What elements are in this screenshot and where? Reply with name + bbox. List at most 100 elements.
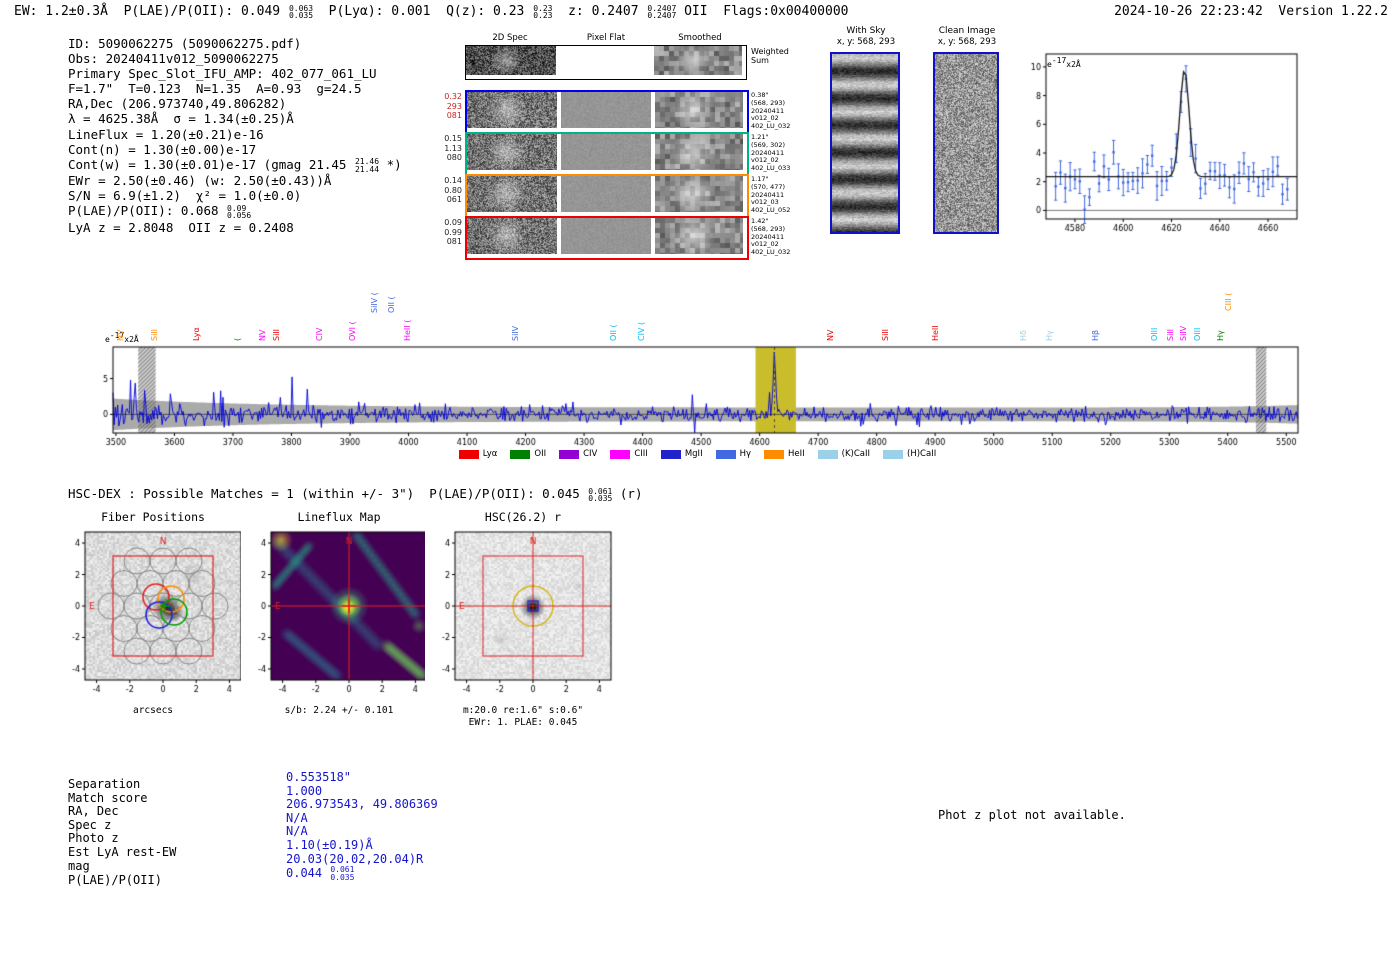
line-label-siiv: SiIV bbox=[1179, 325, 1189, 341]
spec2d-strip-canvas bbox=[467, 92, 557, 128]
text: S/N = 6.9(±1.2) χ² = 1.0(±0.0) bbox=[68, 188, 302, 204]
spec2d-row bbox=[465, 90, 749, 134]
cutout-canvas-1 bbox=[241, 526, 437, 704]
legend-item: HeII bbox=[764, 449, 805, 459]
match-row-value: 0.553518" bbox=[286, 770, 351, 784]
annotation-line: Weighted bbox=[751, 47, 789, 56]
stacked-uncertainty: 0.23 0.23 bbox=[533, 4, 553, 20]
cutout-sublabel: s/b: 2.24 +/- 0.101 bbox=[284, 705, 394, 716]
info-line: F=1.7" T=0.123 N=1.35 A=0.93 g=24.5 bbox=[68, 81, 402, 96]
info-line: P(LAE)/P(OII): 0.068 0.09 0.056 bbox=[68, 203, 402, 220]
spectrum-legend: Lyα OII CIV CIII MgII Hγ HeII (K)CaII (H)CaII bbox=[95, 449, 1300, 459]
legend-label: CIV bbox=[583, 449, 598, 459]
legend-item: Hγ bbox=[715, 449, 751, 459]
match-row-value: 20.03(20.02,20.04)R bbox=[286, 852, 423, 866]
text: LyA z = 2.8048 OII z = 0.2408 bbox=[68, 219, 294, 235]
stacked-uncertainty: 0.2407 0.2407 bbox=[647, 4, 676, 20]
lower-value: 0.035 bbox=[330, 872, 355, 882]
match-table-row: Spec z N/A bbox=[68, 811, 438, 833]
info-line: Primary Spec_Slot_IFU_AMP: 402_077_061_L… bbox=[68, 66, 402, 81]
text: λ = 4625.38Å σ = 1.34(±0.25)Å bbox=[68, 111, 294, 127]
line-label-oii: OII ( bbox=[386, 296, 396, 313]
full-spectrum-section: e-17x2Å Lyα OII CIV CIII MgII Hγ HeII (K)CaII (H… bbox=[95, 255, 1300, 475]
line-label-civ: CIV ( bbox=[636, 321, 646, 341]
legend-item: OII bbox=[510, 449, 546, 459]
info-line: RA,Dec (206.973740,49.806282) bbox=[68, 96, 402, 111]
match-row-label: Est LyA rest-EW bbox=[68, 844, 177, 859]
text: (r) bbox=[612, 486, 643, 501]
line-label-h: Hβ bbox=[1091, 329, 1101, 341]
cutout-panel-0: Fiber Positions arcsecs bbox=[50, 508, 256, 738]
inset-flux-scale-label: e-17x2Å bbox=[1047, 56, 1081, 69]
cutout-sublabel: m:20.0 re:1.6" s:0.6" bbox=[462, 705, 584, 716]
text: x2Å bbox=[124, 335, 139, 344]
info-line: LyA z = 2.8048 OII z = 0.2408 bbox=[68, 220, 402, 235]
spec2d-strip-canvas bbox=[561, 176, 651, 212]
spec2d-strip-canvas bbox=[655, 218, 743, 254]
legend-swatch bbox=[817, 449, 838, 459]
match-row-value: 1.000 bbox=[286, 784, 322, 798]
weight-value: 0.09 bbox=[444, 218, 462, 227]
line-label-ly: Lyα bbox=[191, 327, 201, 341]
match-table-row: mag 20.03(20.02,20.04)R bbox=[68, 852, 438, 874]
weight-value: 0.99 bbox=[444, 227, 462, 237]
stacked-uncertainty: 0.09 0.056 bbox=[227, 205, 251, 220]
spec2d-row-annotation: 1.17" (570, 477) 20240411 v012_03 402_LU_052 bbox=[751, 175, 801, 215]
col-header-2d-spec: 2D Spec bbox=[492, 33, 528, 43]
legend-label: Lyα bbox=[482, 449, 498, 459]
full-spectrum-plot bbox=[95, 345, 1300, 457]
legend-swatch bbox=[510, 449, 531, 459]
spec2d-strip-canvas bbox=[655, 92, 743, 128]
legend-swatch bbox=[610, 449, 631, 459]
line-label-siii: SiII bbox=[1166, 328, 1176, 341]
info-line: ID: 5090062275 (5090062275.pdf) bbox=[68, 36, 402, 51]
legend-item: (H)CaII bbox=[883, 449, 936, 459]
match-row-label: Photo z bbox=[68, 831, 119, 846]
spec2d-row bbox=[465, 45, 747, 80]
text: 1.10(±0.19)Å bbox=[286, 837, 373, 852]
text: 1.000 bbox=[286, 783, 323, 798]
text: Obs: 20240411v012_5090062275 bbox=[68, 51, 279, 67]
line-label-oii: OII ( bbox=[609, 324, 619, 341]
spec2d-strip-canvas bbox=[654, 46, 742, 75]
weight-value: 1.13 bbox=[444, 143, 462, 153]
spec2d-row-weights: 0.09 0.99 081 bbox=[436, 218, 462, 247]
lower-value: 0.23 bbox=[533, 11, 553, 20]
stacked-uncertainty: 21.46 21.44 bbox=[355, 158, 379, 173]
line-label-siiv: SiIV bbox=[510, 325, 520, 341]
info-line: LineFlux = 1.20(±0.21)e-16 bbox=[68, 127, 402, 142]
match-row-value: N/A bbox=[286, 811, 308, 825]
cutout-canvas-0 bbox=[55, 526, 251, 704]
line-label-siii: SiII bbox=[880, 328, 890, 341]
spec2d-row-weights: 0.32 293 081 bbox=[436, 92, 462, 121]
emission-line-fit-plot bbox=[1020, 46, 1305, 241]
weight-value: 293 bbox=[446, 101, 462, 111]
line-label-civ: CIV bbox=[314, 327, 324, 341]
annotation-line: 402_LU_033 bbox=[751, 164, 791, 173]
spec2d-strip-canvas bbox=[655, 134, 743, 170]
line-label-h: Hδ bbox=[1018, 330, 1028, 341]
legend-item: CIII bbox=[610, 449, 648, 459]
match-row-label: RA, Dec bbox=[68, 804, 119, 819]
match-table-row: Separation 0.553518" bbox=[68, 770, 438, 792]
spec2d-row-weights: 0.15 1.13 080 bbox=[436, 134, 462, 163]
hsc-match-summary: HSC-DEX : Possible Matches = 1 (within +… bbox=[68, 486, 642, 503]
line-label-oiii: OIII bbox=[1192, 327, 1202, 341]
legend-item: Lyα bbox=[458, 449, 498, 459]
with-sky-coords: x, y: 568, 293 bbox=[836, 37, 896, 47]
legend-item: MgII bbox=[660, 449, 703, 459]
clean-image-coords: x, y: 568, 293 bbox=[937, 37, 997, 47]
detection-info-block: ID: 5090062275 (5090062275.pdf) Obs: 2024… bbox=[68, 36, 402, 235]
spec2d-strip-canvas bbox=[467, 218, 557, 254]
info-line: λ = 4625.38Å σ = 1.34(±0.25)Å bbox=[68, 111, 402, 126]
text: 0.044 bbox=[286, 865, 330, 880]
line-label-nv: NV bbox=[258, 329, 268, 341]
text: N/A bbox=[286, 810, 308, 825]
text: EW: 1.2±0.3Å P(LAE)/P(OII): 0.049 bbox=[14, 4, 288, 19]
cutout-panel-1: Lineflux Map s/b: 2.24 +/- 0.101 bbox=[236, 508, 442, 738]
spec2d-strip-canvas bbox=[561, 218, 651, 254]
legend-swatch bbox=[559, 449, 580, 459]
text: EWr = 2.50(±0.46) (w: 2.50(±0.43))Å bbox=[68, 173, 332, 189]
spec2d-strip-canvas bbox=[466, 46, 556, 75]
text: OII Flags:0x00400000 bbox=[676, 4, 849, 19]
